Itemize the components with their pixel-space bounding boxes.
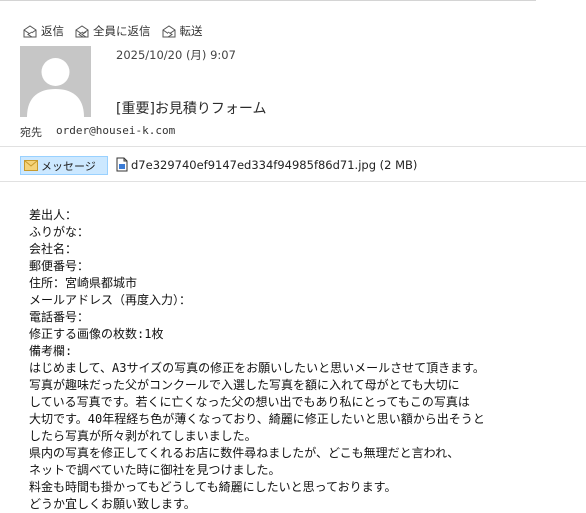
- message-line: ネットで調べていた時に御社を見つけました。: [29, 463, 281, 477]
- tab-message-label: メッセージ: [41, 159, 96, 173]
- reply-all-label: 全員に返信: [93, 24, 151, 38]
- envelope-icon: [24, 160, 38, 171]
- message-line: 備考欄:: [29, 344, 73, 358]
- reply-button[interactable]: 返信: [22, 23, 64, 39]
- message-line: どうか宜しくお願い致します。: [29, 497, 196, 511]
- sent-date: 2025/10/20 (月) 9:07: [116, 48, 236, 62]
- forward-button[interactable]: 転送: [161, 23, 203, 39]
- header-divider: [0, 146, 586, 147]
- message-line: 修正する画像の枚数:1枚: [29, 327, 164, 341]
- message-line: 会社名：: [29, 242, 78, 256]
- sender-avatar: [20, 46, 91, 117]
- message-line: 差出人：: [29, 208, 78, 222]
- attachment-label: d7e329740ef9147ed334f94985f86d71.jpg (2 …: [131, 157, 418, 172]
- message-line: 電話番号：: [29, 310, 90, 324]
- reply-all-button[interactable]: 全員に返信: [74, 23, 151, 39]
- attachment-item[interactable]: d7e329740ef9147ed334f94985f86d71.jpg (2 …: [116, 157, 417, 172]
- message-line: 料金も時間も掛かってもどうしても綺麗にしたいと思っております。: [29, 480, 397, 494]
- reply-icon: [23, 24, 37, 37]
- tab-message[interactable]: メッセージ: [20, 156, 108, 175]
- to-label: 宛先: [20, 126, 42, 139]
- message-line: 郵便番号：: [29, 259, 90, 273]
- message-line: したら写真が所々剥がれてしまいました。: [29, 429, 257, 443]
- top-divider: [0, 0, 536, 1]
- file-icon: [116, 157, 128, 172]
- reply-all-icon: [75, 24, 89, 37]
- message-actions-toolbar: 返信 全員に返信 転送: [22, 22, 203, 40]
- tabs-divider: [0, 181, 586, 182]
- message-body: 差出人： ふりがな： 会社名： 郵便番号： 住所：宮崎県都城市メールアドレス（再度入力）…: [29, 207, 585, 513]
- to-address[interactable]: order@housei-k.com: [56, 124, 175, 137]
- reply-label: 返信: [41, 24, 64, 38]
- message-line: 県内の写真を修正してくれるお店に数件尋ねましたが、どこも無理だと言われ、: [29, 446, 460, 460]
- message-line: している写真です。若くに亡くなった父の想い出でもあり私にとってもこの写真は: [29, 395, 470, 409]
- message-line: 住所：宮崎県都城市: [29, 276, 138, 290]
- message-subject: [重要]お見積りフォーム: [116, 101, 267, 117]
- message-line: 大切です。40年程経ち色が薄くなっており、綺麗に修正したいと思い額から出そうと: [29, 412, 485, 426]
- message-line: 写真が趣味だった父がコンクールで入選した写真を額に入れて母がとても大切に: [29, 378, 460, 392]
- message-line: メールアドレス（再度入力）：: [29, 293, 192, 307]
- message-line: ふりがな：: [29, 225, 90, 239]
- forward-label: 転送: [179, 24, 203, 38]
- message-line: はじめまして、A3サイズの写真の修正をお願いしたいと思いメールさせて頂きます。: [29, 361, 485, 375]
- person-icon: [27, 58, 84, 117]
- forward-icon: [162, 24, 175, 37]
